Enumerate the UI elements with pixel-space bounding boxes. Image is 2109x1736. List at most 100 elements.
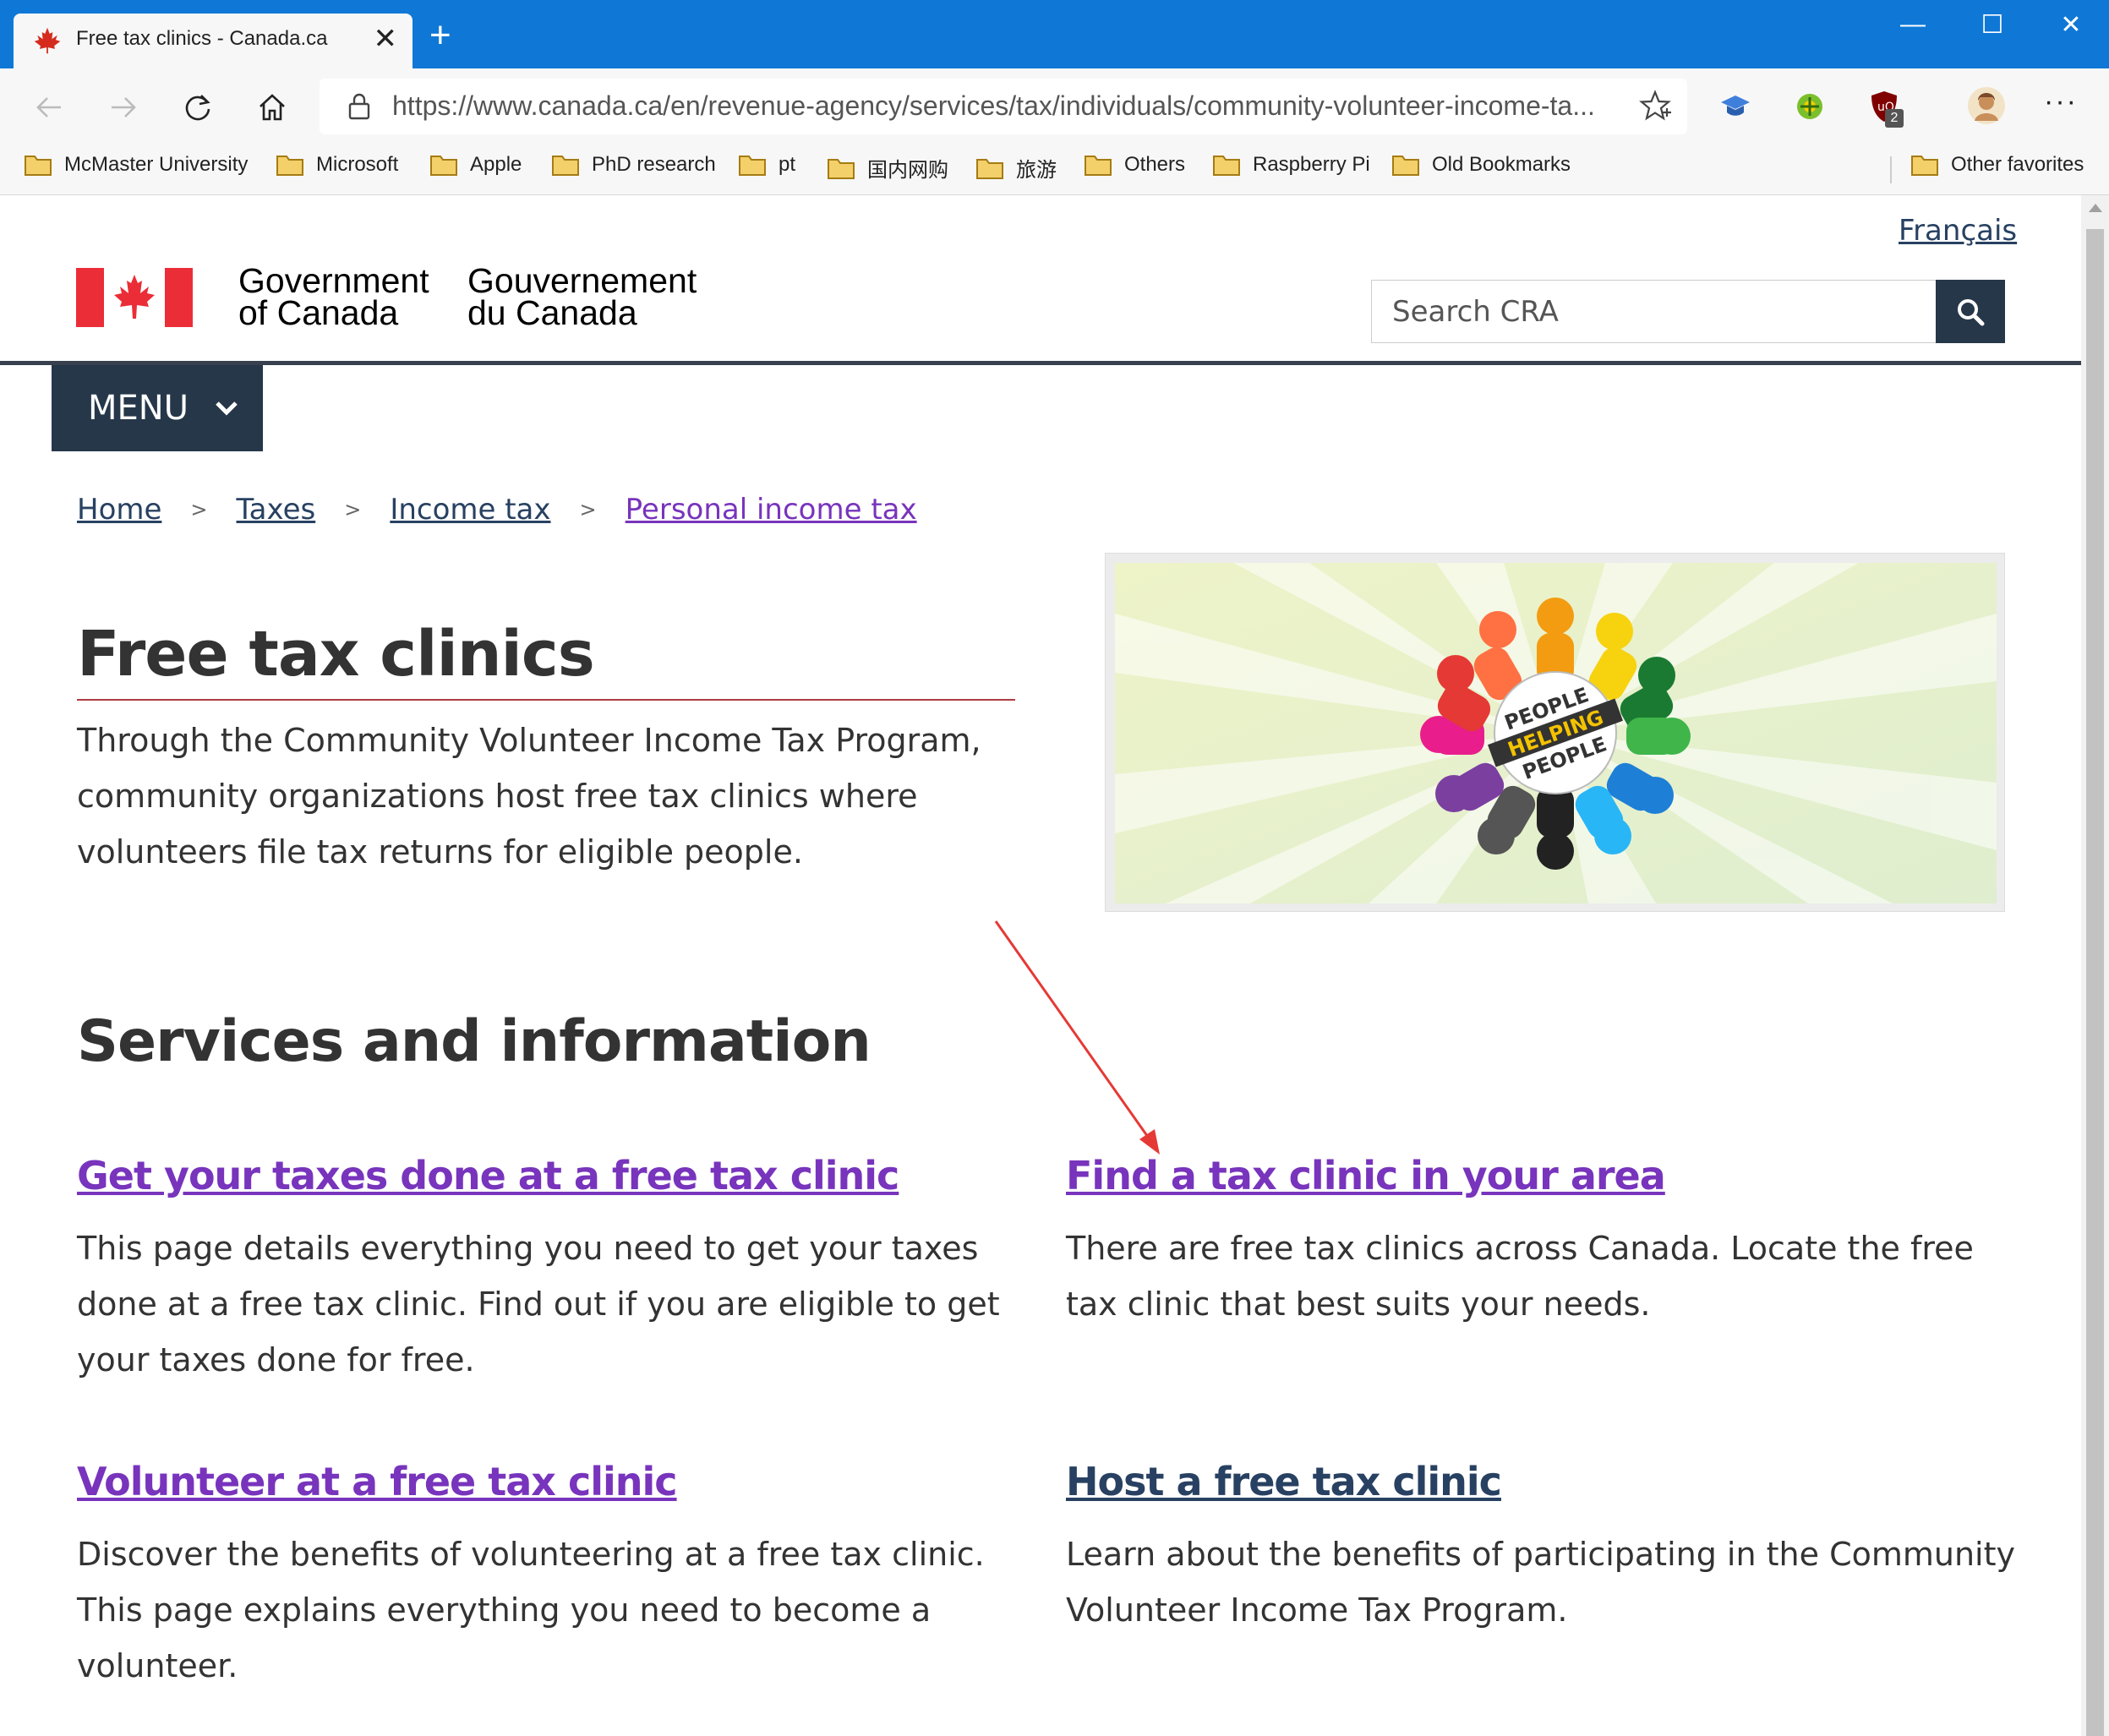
breadcrumb: Home > Taxes > Income tax > Personal inc… xyxy=(77,493,917,527)
maple-leaf-favicon-icon xyxy=(34,27,61,54)
card-link-volunteer[interactable]: Volunteer at a free tax clinic xyxy=(77,1459,678,1504)
header-divider xyxy=(0,361,2081,365)
bookmark-label: pt xyxy=(779,153,796,176)
url-text: https://www.canada.ca/en/revenue-agency/… xyxy=(392,90,1595,121)
breadcrumb-separator-icon: > xyxy=(190,498,208,521)
people-helping-people-image: PEOPLE HELPING PEOPLE xyxy=(1105,553,2005,912)
scroll-up-arrow-icon[interactable] xyxy=(2089,204,2102,212)
graduation-cap-extension-icon[interactable] xyxy=(1718,89,1753,124)
page-scrollbar[interactable] xyxy=(2081,195,2109,1736)
back-button[interactable] xyxy=(27,85,71,129)
folder-icon xyxy=(1911,156,1938,176)
web-page: Français Government of Canada Gouverneme… xyxy=(0,195,2081,1736)
people-helping-people-graphic: PEOPLE HELPING PEOPLE xyxy=(1115,563,1997,903)
page-intro: Through the Community Volunteer Income T… xyxy=(77,722,981,871)
search-icon xyxy=(1958,298,1985,325)
bookmark-label: Old Bookmarks xyxy=(1432,153,1571,176)
search-form xyxy=(1371,280,2005,343)
chevron-down-icon xyxy=(216,401,238,416)
card-description: There are free tax clinics across Canada… xyxy=(1066,1230,1974,1323)
bookmark-folder[interactable]: pt xyxy=(738,153,795,177)
breadcrumb-separator-icon: > xyxy=(344,498,362,521)
signature-fr-line1: Gouvernement xyxy=(467,261,697,300)
bookmarks-divider xyxy=(1890,156,1892,183)
bookmark-folder[interactable]: Microsoft xyxy=(276,153,398,177)
folder-icon xyxy=(976,158,1003,179)
page-title: Free tax clinics xyxy=(77,618,595,691)
minimize-icon[interactable]: — xyxy=(1888,10,1938,39)
refresh-button[interactable] xyxy=(176,85,220,129)
card-link-find-tax-clinic[interactable]: Find a tax clinic in your area xyxy=(1066,1153,1666,1198)
bookmark-label: 旅游 xyxy=(1016,159,1057,182)
signature-fr-line2: du Canada xyxy=(467,293,637,332)
other-favorites-folder[interactable]: Other favorites xyxy=(1910,153,2084,177)
bookmark-label: 国内网购 xyxy=(867,159,948,182)
title-underline xyxy=(77,699,1015,701)
card-description: Discover the benefits of volunteering at… xyxy=(77,1536,985,1684)
address-bar[interactable]: https://www.canada.ca/en/revenue-agency/… xyxy=(320,79,1687,134)
folder-icon xyxy=(552,156,579,176)
folder-icon xyxy=(1392,156,1419,176)
maximize-icon[interactable]: ☐ xyxy=(1967,10,2018,40)
folder-icon xyxy=(828,158,855,179)
home-button[interactable] xyxy=(250,85,294,129)
bookmark-label: Other favorites xyxy=(1951,153,2084,176)
card-link-host-clinic[interactable]: Host a free tax clinic xyxy=(1066,1459,1502,1504)
signature-french: Gouvernement du Canada xyxy=(467,261,697,332)
card-description: Learn about the benefits of participatin… xyxy=(1066,1536,2016,1629)
card-description: This page details everything you need to… xyxy=(77,1230,1000,1378)
language-toggle-link[interactable]: Français xyxy=(1899,214,2017,248)
bookmark-folder[interactable]: Old Bookmarks xyxy=(1391,153,1571,177)
browser-tab-active[interactable]: Free tax clinics - Canada.ca ✕ xyxy=(14,14,413,68)
folder-icon xyxy=(739,156,766,176)
breadcrumb-taxes[interactable]: Taxes xyxy=(237,493,316,527)
lock-icon xyxy=(348,93,370,120)
annotation-arrow-icon xyxy=(994,920,1160,1155)
bookmark-folder[interactable]: 国内网购 xyxy=(827,153,948,183)
breadcrumb-separator-icon: > xyxy=(579,498,597,521)
menu-label: MENU xyxy=(88,389,188,428)
bookmark-folder[interactable]: PhD research xyxy=(551,153,716,177)
folder-icon xyxy=(1085,156,1112,176)
breadcrumb-income-tax[interactable]: Income tax xyxy=(390,493,550,527)
signature-english: Government of Canada xyxy=(238,261,429,332)
extension-badge: 2 xyxy=(1885,109,1904,128)
bookmark-label: McMaster University xyxy=(64,153,249,176)
forward-button[interactable] xyxy=(101,85,145,129)
forward-arrow-icon xyxy=(112,97,136,117)
folder-icon xyxy=(25,156,52,176)
new-tab-button[interactable]: + xyxy=(429,17,451,54)
breadcrumb-home[interactable]: Home xyxy=(77,493,161,527)
bookmark-folder[interactable]: Raspberry Pi xyxy=(1212,153,1370,177)
scrollbar-thumb[interactable] xyxy=(2086,229,2104,1736)
bookmarks-bar: McMaster University Microsoft Apple PhD … xyxy=(0,145,2109,195)
refresh-icon xyxy=(185,95,210,121)
section-heading: Services and information xyxy=(77,1008,871,1075)
menu-button[interactable]: MENU xyxy=(52,365,263,451)
tab-title: Free tax clinics - Canada.ca xyxy=(76,27,328,50)
home-icon xyxy=(260,94,285,121)
bookmark-label: Microsoft xyxy=(316,153,399,176)
bookmark-label: Apple xyxy=(470,153,522,176)
signature-en-line2: of Canada xyxy=(238,293,399,332)
close-window-icon[interactable]: ✕ xyxy=(2046,10,2096,40)
bookmark-folder[interactable]: 旅游 xyxy=(975,153,1057,183)
green-extension-icon[interactable] xyxy=(1792,89,1828,124)
signature-en-line1: Government xyxy=(238,261,429,300)
tab-close-icon[interactable]: ✕ xyxy=(374,22,398,56)
browser-toolbar: https://www.canada.ca/en/revenue-agency/… xyxy=(0,68,2109,145)
back-arrow-icon xyxy=(36,97,61,117)
search-input[interactable] xyxy=(1371,280,1936,343)
search-button[interactable] xyxy=(1936,280,2005,343)
bookmark-folder[interactable]: Apple xyxy=(429,153,522,177)
canada-flag-icon xyxy=(76,268,193,327)
profile-avatar[interactable] xyxy=(1966,85,2007,126)
card-link-get-taxes-done[interactable]: Get your taxes done at a free tax clinic xyxy=(77,1153,899,1198)
favorite-star-icon[interactable] xyxy=(1638,89,1672,123)
breadcrumb-personal-income-tax[interactable]: Personal income tax xyxy=(626,493,917,527)
bookmark-label: PhD research xyxy=(592,153,716,176)
bookmark-label: Raspberry Pi xyxy=(1253,153,1370,176)
bookmark-folder[interactable]: Others xyxy=(1084,153,1185,177)
settings-more-icon[interactable]: ··· xyxy=(2044,85,2078,118)
bookmark-folder[interactable]: McMaster University xyxy=(24,153,248,177)
